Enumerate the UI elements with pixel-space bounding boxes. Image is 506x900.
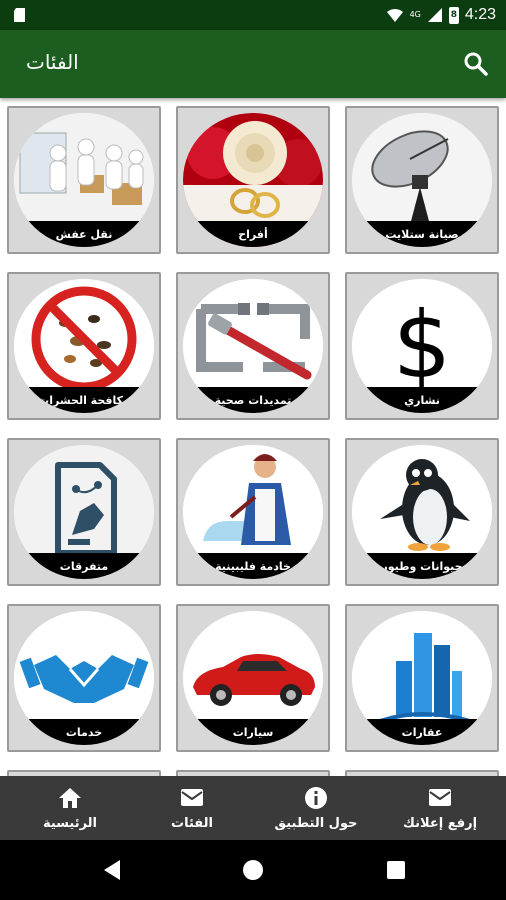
page-title: الفئات: [26, 50, 79, 74]
category-image: خدمات: [14, 611, 154, 745]
battery-icon: 8: [448, 6, 459, 24]
category-tile-animals[interactable]: حيوانات وطيور: [345, 438, 499, 586]
recents-icon[interactable]: [384, 858, 408, 882]
category-tile-real-estate[interactable]: عقارات: [345, 604, 499, 752]
category-label: صيانة ستلايت: [385, 228, 459, 241]
category-image: عقارات: [352, 611, 492, 745]
category-tile-dollar[interactable]: $ نشاري: [345, 272, 499, 420]
wifi-icon: [386, 8, 403, 22]
network-type: 4G: [409, 10, 421, 19]
category-tile-plumbing[interactable]: تمديدات صحية: [176, 272, 330, 420]
sd-card-icon: [14, 8, 25, 22]
category-tile-services[interactable]: خدمات: [7, 604, 161, 752]
app-bar: الفئات: [0, 30, 506, 98]
search-icon[interactable]: [462, 50, 490, 78]
category-label: نشاري: [404, 394, 440, 407]
category-image: تمديدات صحية: [183, 279, 323, 413]
nav-label: الرئيسية: [42, 815, 98, 831]
status-bar: 4G 8 4:23: [0, 0, 506, 30]
category-image: $ نشاري: [352, 279, 492, 413]
nav-home[interactable]: الرئيسية: [28, 776, 112, 840]
info-icon: [305, 786, 327, 809]
category-tile-weddings[interactable]: أفراح: [176, 106, 330, 254]
category-image: نقل عفش: [14, 113, 154, 247]
category-image: صيانة ستلايت: [352, 113, 492, 247]
category-label: حيوانات وطيور: [381, 560, 463, 573]
category-image: خادمة فليبينية: [183, 445, 323, 579]
nav-about[interactable]: حول التطبيق: [266, 776, 366, 840]
category-tile-satellite[interactable]: صيانة ستلايت: [345, 106, 499, 254]
bottom-navigation: الرئيسية الفئات حول التطبيق إرفع إعلانك: [0, 776, 506, 840]
svg-text:$: $: [393, 292, 452, 399]
category-image: حيوانات وطيور: [352, 445, 492, 579]
mail-icon: [181, 788, 203, 806]
home-circle-icon[interactable]: [241, 858, 265, 882]
signal-icon: [427, 8, 442, 22]
category-tile-maid[interactable]: خادمة فليبينية: [176, 438, 330, 586]
category-label: تمديدات صحية: [214, 394, 292, 407]
clock: 4:23: [464, 6, 496, 23]
category-label: عقارات: [401, 726, 443, 739]
nav-label: إرفع إعلانك: [402, 815, 478, 831]
category-label: سيارات: [232, 726, 274, 739]
category-image: مكافحة الحشرات: [14, 279, 154, 413]
nav-post-ad[interactable]: إرفع إعلانك: [392, 776, 488, 840]
category-label: خادمة فليبينية: [215, 560, 291, 573]
category-label: مكافحة الحشرات: [38, 394, 130, 407]
nav-label: الفئات: [171, 815, 213, 831]
category-label: أفراح: [238, 228, 268, 241]
category-tile-pest-control[interactable]: مكافحة الحشرات: [7, 272, 161, 420]
back-icon[interactable]: [100, 858, 124, 882]
category-grid: نقل عفش أفراح صيانة ستلايت مكافحة الحشرا…: [0, 98, 506, 776]
system-navigation-bar: [0, 840, 506, 900]
category-image: سيارات: [183, 611, 323, 745]
home-icon: [59, 787, 81, 808]
category-label: خدمات: [65, 726, 103, 739]
category-tile-cars[interactable]: سيارات: [176, 604, 330, 752]
battery-level: 8: [450, 10, 457, 20]
category-label: متفرقات: [59, 560, 109, 573]
category-image: أفراح: [183, 113, 323, 247]
nav-categories[interactable]: الفئات: [152, 776, 232, 840]
nav-label: حول التطبيق: [274, 815, 358, 831]
category-tile-misc[interactable]: متفرقات: [7, 438, 161, 586]
mail-icon: [429, 788, 451, 806]
category-image: متفرقات: [14, 445, 154, 579]
category-tile-moving[interactable]: نقل عفش: [7, 106, 161, 254]
category-label: نقل عفش: [55, 228, 113, 241]
